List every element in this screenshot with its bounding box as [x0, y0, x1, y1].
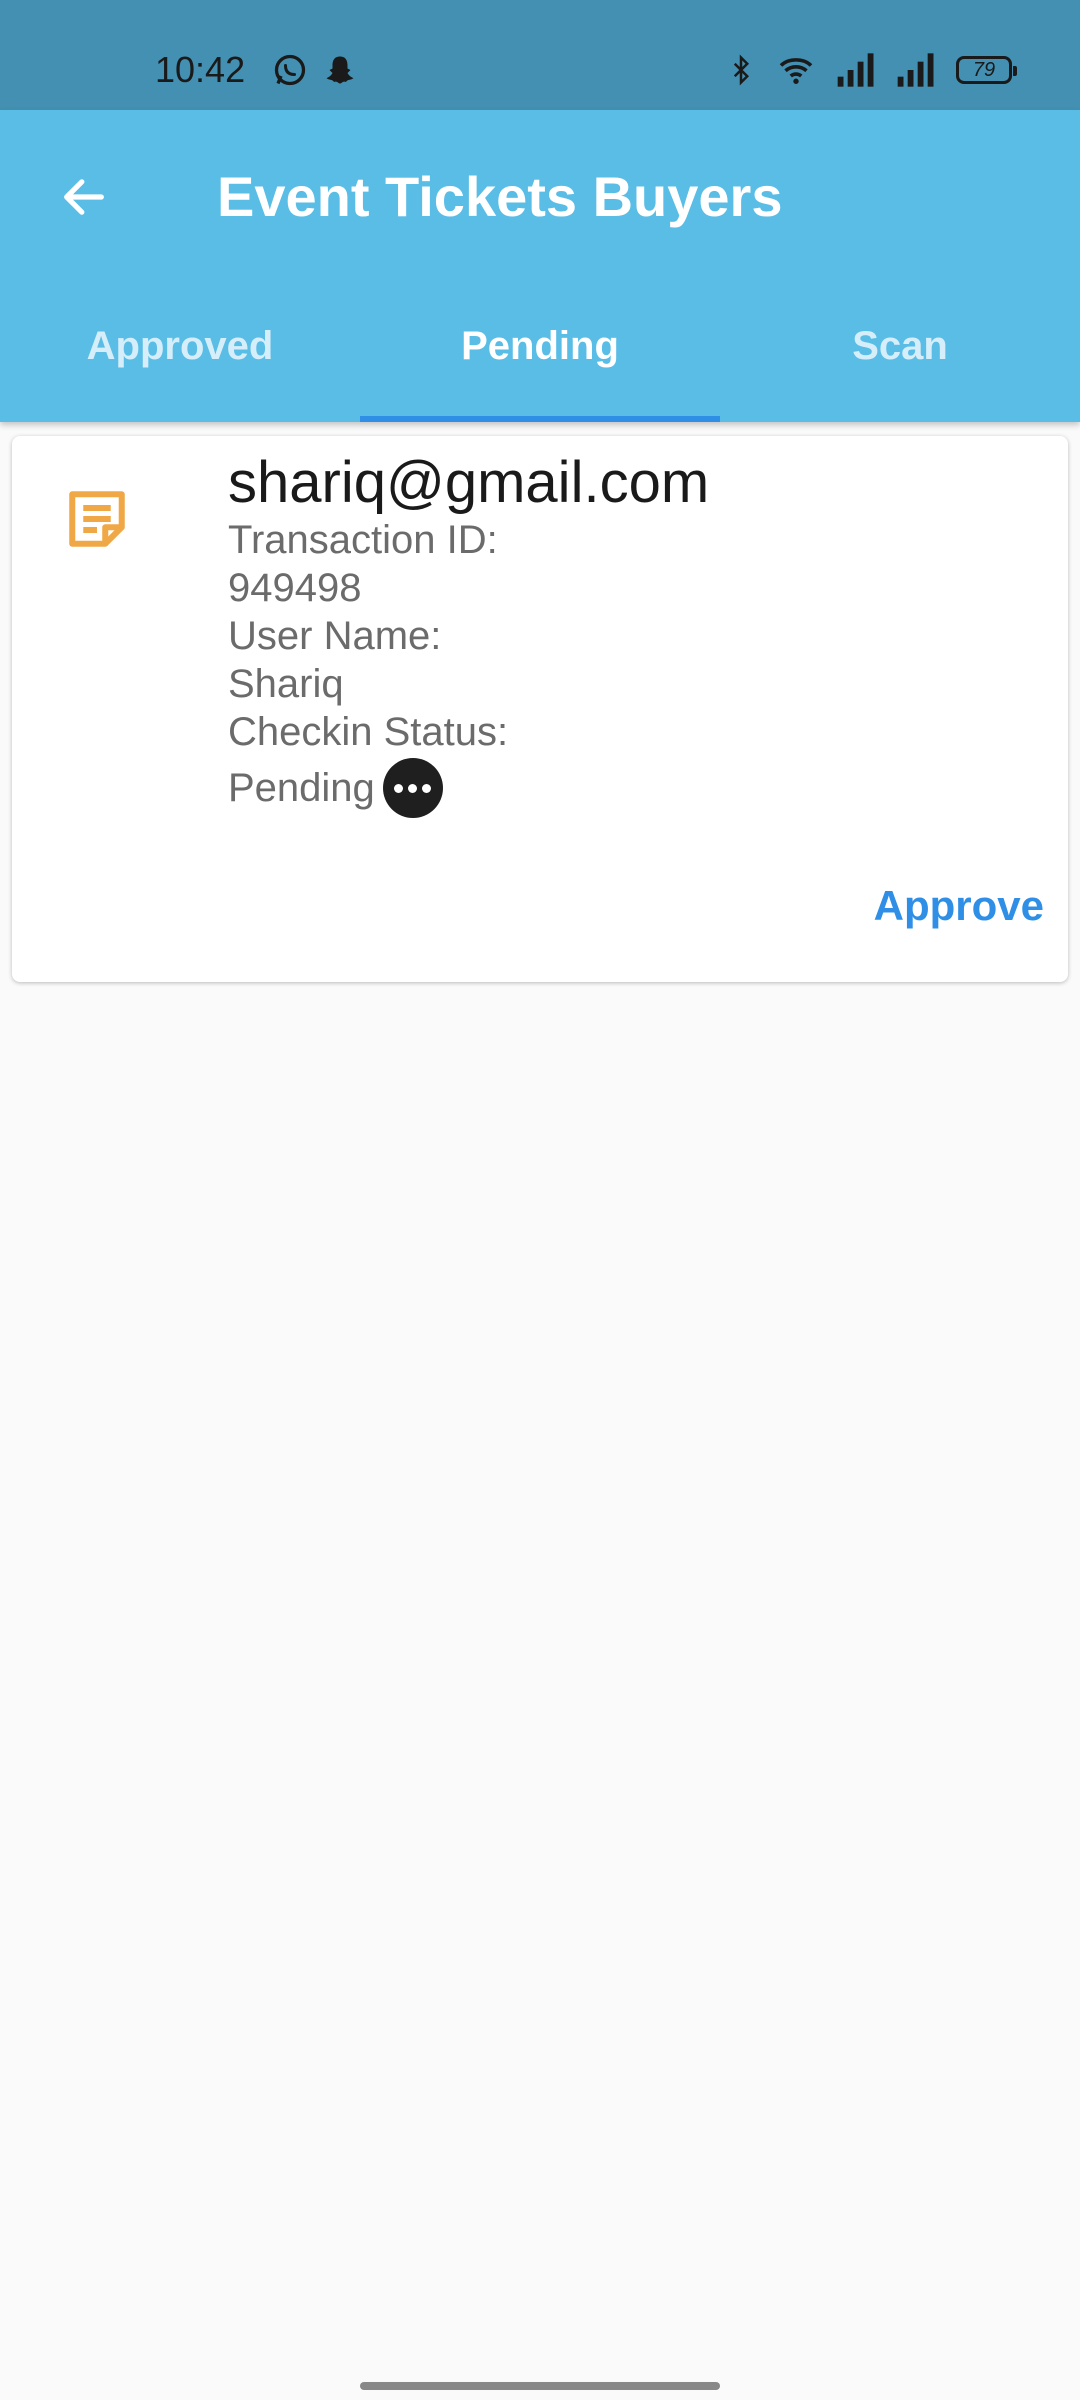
bluetooth-icon	[733, 54, 750, 86]
page-title: Event Tickets Buyers	[217, 165, 783, 228]
app-bar: Event Tickets Buyers Approved Pending Sc…	[0, 110, 1080, 422]
wifi-icon	[779, 58, 813, 84]
tab-scan[interactable]: Scan	[720, 300, 1080, 422]
user-name-value: Shariq	[228, 662, 344, 706]
tab-bar: Approved Pending Scan	[0, 300, 1080, 422]
status-time: 10:42	[155, 49, 246, 90]
approve-button[interactable]: Approve	[874, 882, 1044, 930]
signal-icon	[897, 53, 934, 87]
home-indicator[interactable]	[360, 2382, 720, 2390]
transaction-id-value: 949498	[228, 566, 362, 610]
battery-icon: 79	[956, 56, 1017, 84]
checkin-status-row: Pending	[228, 758, 508, 818]
tab-approved[interactable]: Approved	[0, 300, 360, 422]
transaction-id-label: Transaction ID:	[228, 518, 498, 562]
checkin-status-label: Checkin Status:	[228, 710, 509, 754]
checkin-status-value: Pending	[228, 766, 375, 810]
snapchat-icon	[326, 56, 354, 84]
whatsapp-icon	[274, 54, 306, 86]
tab-pending[interactable]: Pending	[360, 300, 720, 422]
back-button[interactable]	[52, 165, 116, 229]
signal-icon	[837, 53, 874, 87]
status-left-icons	[272, 52, 358, 88]
user-name-label: User Name:	[228, 614, 442, 658]
more-horiz-icon	[382, 758, 443, 818]
buyer-email: shariq@gmail.com	[228, 450, 710, 515]
ticket-details: Transaction ID: 949498 User Name: Shariq…	[228, 516, 508, 818]
status-right-icons: 79	[726, 52, 1017, 88]
ticket-card: shariq@gmail.com Transaction ID: 949498 …	[12, 436, 1068, 982]
arrow-back-icon	[64, 179, 104, 215]
status-bar: 10:42 79	[0, 0, 1080, 110]
note-icon	[69, 491, 125, 547]
